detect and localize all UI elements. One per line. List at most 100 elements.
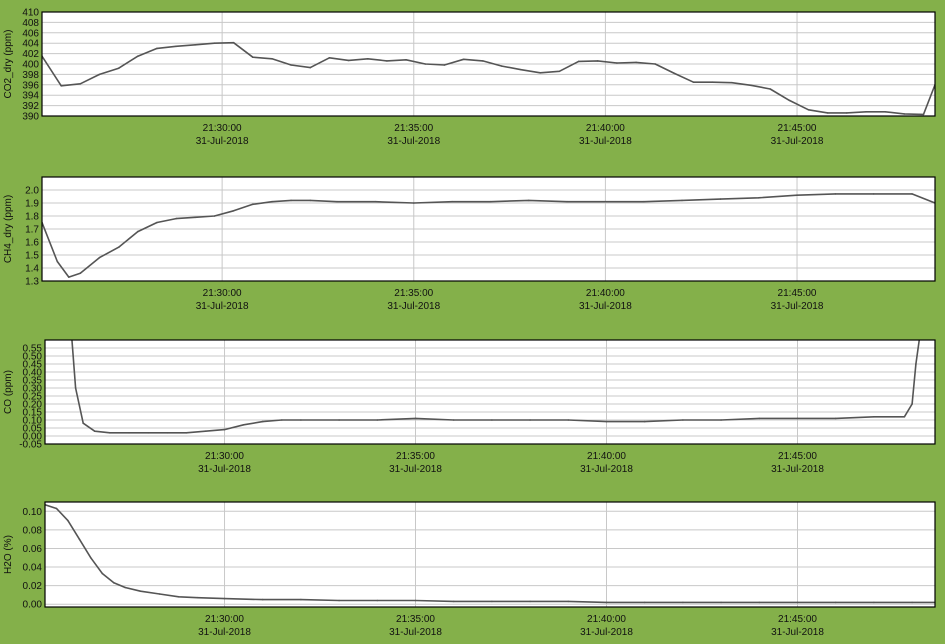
data-point [567, 419, 570, 421]
x-tick-time: 21:40:00 [587, 451, 626, 462]
data-point [204, 430, 207, 433]
data-point [643, 601, 646, 604]
data-point [194, 216, 197, 219]
data-point [605, 601, 608, 604]
data-point [846, 112, 848, 114]
y-tick-label: 1.3 [25, 277, 39, 288]
data-point [194, 44, 197, 46]
data-point [223, 428, 226, 431]
data-point [529, 419, 531, 421]
data-point [834, 193, 837, 195]
chart-panel-4: 0.10 0.08 0.06 0.04 0.02 0.00 21:30:00 31-Jul-2… [3, 501, 936, 638]
data-point [281, 419, 283, 421]
data-point [213, 42, 216, 44]
data-point [336, 200, 338, 203]
data-point [452, 419, 455, 421]
y-tick-label: 1.5 [25, 251, 39, 262]
x-tick-date: 31-Jul-2018 [196, 136, 249, 147]
data-point [79, 83, 82, 85]
data-point [616, 62, 618, 64]
y-tick-label: 408 [22, 18, 39, 29]
x-tick-time: 21:35:00 [394, 123, 433, 134]
data-point [922, 113, 925, 116]
y-tick-label: 402 [22, 49, 39, 60]
data-point [223, 597, 226, 600]
data-point [413, 202, 415, 204]
y-axis-label: CO (ppm) [3, 370, 14, 414]
x-tick-date: 31-Jul-2018 [389, 464, 442, 475]
data-point [834, 417, 837, 420]
data-point [911, 193, 913, 195]
y-tick-label: 1.6 [25, 238, 39, 249]
x-tick-date: 31-Jul-2018 [196, 301, 249, 312]
data-point [529, 600, 531, 603]
data-point [642, 200, 645, 203]
data-point [873, 416, 875, 418]
x-tick-date: 31-Jul-2018 [580, 627, 633, 638]
x-tick-date: 31-Jul-2018 [771, 627, 824, 638]
chart-panel-1: 410408406404402400398396394392390 21:30:0… [3, 8, 936, 147]
data-point [681, 199, 683, 202]
data-point [654, 63, 656, 65]
data-point [117, 246, 120, 248]
data-point [919, 336, 921, 338]
data-point [271, 58, 273, 60]
data-point [124, 586, 126, 589]
data-point [567, 600, 570, 603]
data-point [605, 420, 608, 423]
x-tick-date: 31-Jul-2018 [198, 627, 251, 638]
data-point [309, 199, 312, 202]
y-tick-label: 0.06 [23, 544, 43, 555]
data-point [757, 197, 760, 199]
data-point [261, 598, 264, 601]
data-point [139, 590, 142, 592]
x-tick-time: 21:45:00 [778, 451, 817, 462]
data-point [720, 419, 722, 421]
data-point [78, 538, 81, 540]
data-point [720, 601, 722, 604]
data-point [71, 336, 73, 338]
data-point [98, 73, 101, 76]
x-tick-date: 31-Jul-2018 [579, 301, 632, 312]
chart-panel-3: 0.550.500.450.400.350.300.250.200.150.10… [3, 336, 936, 475]
y-tick-label: 1.9 [25, 199, 39, 210]
data-point [903, 416, 906, 418]
y-tick-label: 394 [22, 91, 39, 102]
data-point [68, 276, 70, 278]
x-tick-time: 21:45:00 [778, 614, 817, 625]
y-tick-label: 0.00 [23, 600, 43, 611]
data-point [290, 199, 292, 202]
y-tick-label: 410 [22, 8, 39, 19]
data-point [213, 215, 216, 217]
x-tick-time: 21:45:00 [778, 288, 817, 299]
x-tick-date: 31-Jul-2018 [771, 301, 824, 312]
data-point [682, 601, 684, 604]
y-tick-label: 404 [22, 39, 39, 50]
data-point [796, 194, 798, 196]
data-point [577, 60, 580, 63]
x-tick-time: 21:45:00 [778, 123, 817, 134]
data-point [911, 601, 913, 604]
data-point [527, 199, 530, 202]
plot-area [45, 502, 935, 607]
data-point [156, 47, 158, 50]
data-point [566, 200, 568, 203]
data-point [376, 599, 379, 602]
data-point [539, 72, 541, 74]
x-tick-time: 21:30:00 [205, 614, 244, 625]
x-tick-date: 31-Jul-2018 [387, 136, 440, 147]
data-point [491, 600, 493, 603]
data-point [482, 60, 484, 62]
data-point [185, 432, 188, 434]
x-tick-date: 31-Jul-2018 [389, 627, 442, 638]
data-point [501, 65, 503, 67]
data-point [177, 596, 180, 598]
data-point [915, 363, 917, 365]
data-point [452, 600, 455, 603]
data-point [673, 72, 676, 75]
data-point [300, 598, 302, 601]
data-point [56, 260, 59, 263]
data-point [769, 88, 771, 90]
data-point [300, 419, 302, 421]
data-point [414, 599, 417, 602]
